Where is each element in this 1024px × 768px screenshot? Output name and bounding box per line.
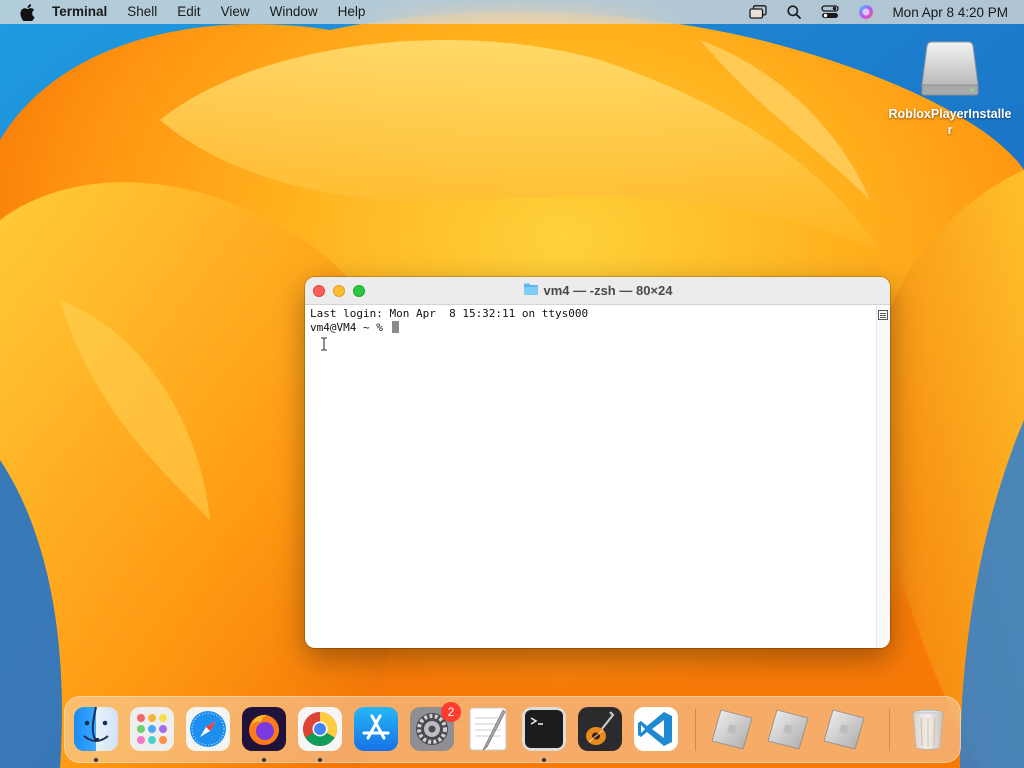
dock-roblox[interactable] <box>709 706 755 752</box>
menu-bar-status-area: Mon Apr 8 4:20 PM <box>748 0 1008 24</box>
menu-window[interactable]: Window <box>260 0 328 24</box>
firefox-icon <box>242 707 286 751</box>
roblox-icon <box>767 709 809 750</box>
ibeam-pointer-icon <box>320 337 328 356</box>
dock-vscode[interactable] <box>633 706 679 752</box>
dock-launchpad[interactable] <box>129 706 175 752</box>
menu-shell[interactable]: Shell <box>117 0 167 24</box>
safari-icon <box>186 707 230 751</box>
window-title-group: vm4 — -zsh — 80×24 <box>523 282 673 299</box>
vscode-icon <box>634 707 678 751</box>
siri-icon[interactable] <box>856 0 876 24</box>
disk-image-icon <box>918 38 982 102</box>
dock-separator <box>889 709 890 751</box>
terminal-icon <box>522 707 566 751</box>
dock-safari[interactable] <box>185 706 231 752</box>
terminal-content[interactable]: Last login: Mon Apr 8 15:32:11 on ttys00… <box>305 305 890 648</box>
dock-terminal[interactable] <box>521 706 567 752</box>
terminal-titlebar[interactable]: vm4 — -zsh — 80×24 <box>305 277 890 305</box>
dock-separator <box>695 709 696 751</box>
window-title: vm4 — -zsh — 80×24 <box>543 283 673 298</box>
menu-app-name[interactable]: Terminal <box>52 0 117 24</box>
apple-logo-icon[interactable] <box>16 0 38 24</box>
desktop-item-label: RobloxPlayerInstaller <box>888 107 1012 137</box>
dock-running-indicator <box>542 758 546 762</box>
screen-mirroring-icon[interactable] <box>748 0 768 24</box>
notification-badge: 2 <box>441 702 461 722</box>
dock-chrome[interactable] <box>297 706 343 752</box>
app-store-icon <box>354 707 398 751</box>
menu-edit[interactable]: Edit <box>167 0 210 24</box>
dock: 2 <box>64 696 961 763</box>
terminal-prompt: vm4@VM4 ~ % <box>310 321 390 334</box>
dock-app-store[interactable] <box>353 706 399 752</box>
menu-view[interactable]: View <box>211 0 260 24</box>
dock-textedit[interactable] <box>465 706 511 752</box>
window-controls <box>313 285 365 297</box>
text-cursor <box>392 321 400 333</box>
close-button[interactable] <box>313 285 325 297</box>
minimize-button[interactable] <box>333 285 345 297</box>
garageband-icon <box>578 707 622 751</box>
terminal-window[interactable]: vm4 — -zsh — 80×24 Last login: Mon Apr 8… <box>305 277 890 648</box>
terminal-scrollbar[interactable] <box>876 305 890 648</box>
dock-running-indicator <box>318 758 322 762</box>
launchpad-icon <box>130 707 174 751</box>
terminal-prompt-line: vm4@VM4 ~ % <box>310 321 885 335</box>
dock-garageband[interactable] <box>577 706 623 752</box>
dock-finder[interactable] <box>73 706 119 752</box>
search-icon[interactable] <box>784 0 804 24</box>
chrome-icon <box>298 707 342 751</box>
dock-running-indicator <box>94 758 98 762</box>
control-center-icon[interactable] <box>820 0 840 24</box>
dock-system-settings[interactable]: 2 <box>409 702 461 752</box>
textedit-icon <box>469 707 507 751</box>
terminal-line-last-login: Last login: Mon Apr 8 15:32:11 on ttys00… <box>310 307 589 320</box>
dock-firefox[interactable] <box>241 706 287 752</box>
zoom-button[interactable] <box>353 285 365 297</box>
menu-bar-clock[interactable]: Mon Apr 8 4:20 PM <box>892 5 1008 20</box>
dock-trash[interactable] <box>905 706 951 752</box>
split-pane-icon[interactable] <box>878 307 888 320</box>
roblox-icon <box>823 709 865 750</box>
finder-icon <box>74 706 118 751</box>
menu-bar: Terminal Shell Edit View Window Help Mon… <box>0 0 1024 24</box>
dock-running-indicator <box>262 758 266 762</box>
folder-icon <box>523 282 539 299</box>
roblox-icon <box>711 709 753 750</box>
desktop-item-roblox-installer[interactable]: RobloxPlayerInstaller <box>888 38 1012 138</box>
trash-icon <box>912 709 944 750</box>
dock-roblox[interactable] <box>765 706 811 752</box>
dock-roblox[interactable] <box>821 706 867 752</box>
menu-help[interactable]: Help <box>328 0 376 24</box>
terminal-output: Last login: Mon Apr 8 15:32:11 on ttys00… <box>305 305 890 337</box>
